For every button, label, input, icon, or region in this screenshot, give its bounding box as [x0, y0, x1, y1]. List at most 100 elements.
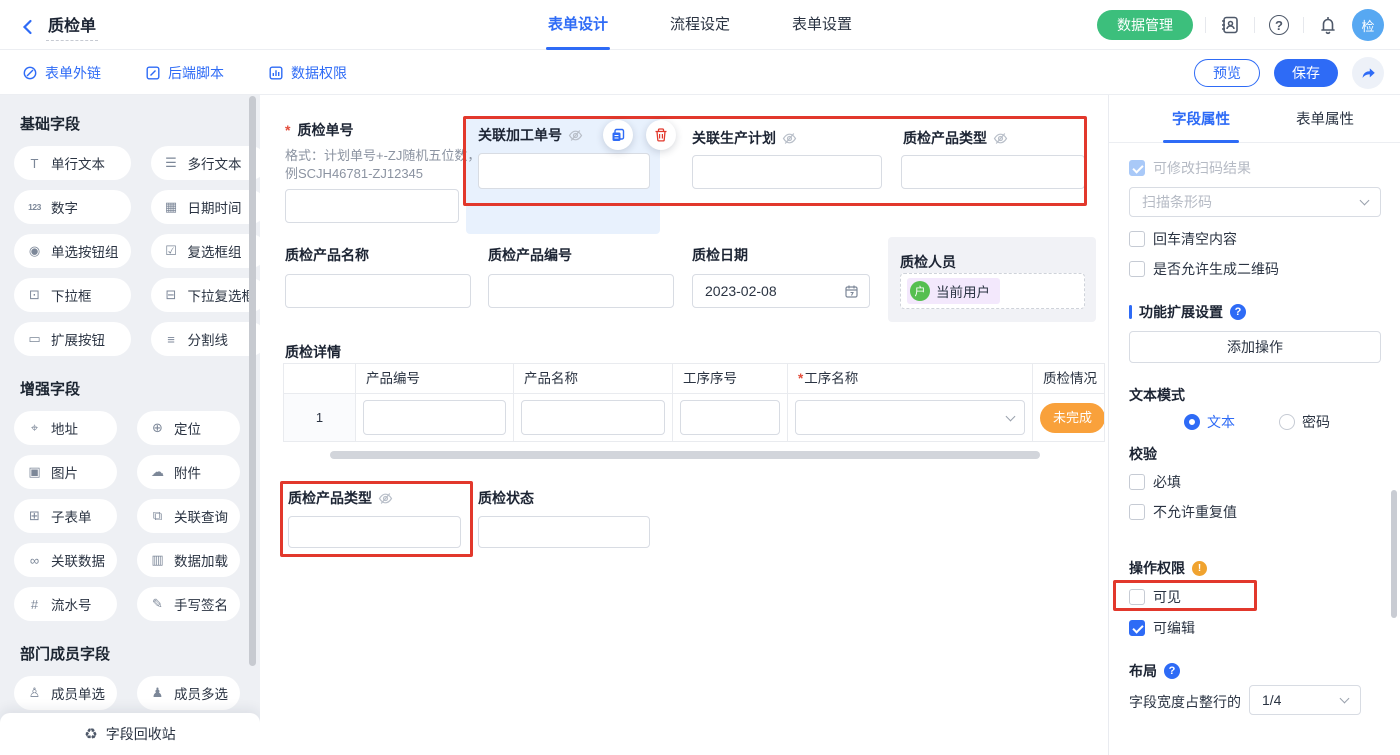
panel-scrollbar[interactable] [1391, 490, 1397, 618]
add-action-button[interactable]: 添加操作 [1129, 331, 1381, 363]
save-button[interactable]: 保存 [1274, 59, 1338, 87]
tab-field-properties[interactable]: 字段属性 [1163, 108, 1239, 129]
people-icon: ♟ [149, 685, 166, 701]
sidebar-item-linked-query[interactable]: ⧉关联查询 [137, 499, 240, 533]
sidebar-item-image[interactable]: ▣图片 [14, 455, 117, 489]
sidebar-item-geolocation[interactable]: ⊕定位 [137, 411, 240, 445]
enter-clear-checkbox[interactable] [1129, 231, 1145, 247]
field-linked-production-plan[interactable]: 关联生产计划 [692, 128, 884, 189]
required-checkbox[interactable] [1129, 474, 1145, 490]
sidebar-item-number[interactable]: 123数字 [14, 190, 131, 224]
notification-bell-icon[interactable] [1316, 13, 1340, 37]
password-mode-radio[interactable] [1279, 414, 1295, 430]
linked-work-order-input[interactable] [478, 153, 650, 189]
step-no-cell-input[interactable] [680, 400, 780, 435]
editable-checkbox[interactable] [1129, 620, 1145, 636]
sidebar-item-single-line-text[interactable]: T单行文本 [14, 146, 131, 180]
field-product-number[interactable]: 质检产品编号 [488, 245, 678, 308]
form-external-link[interactable]: 表单外链 [22, 63, 101, 83]
copy-field-button[interactable] [603, 120, 633, 150]
sidebar-item-member-single[interactable]: ♙成员单选 [14, 676, 117, 710]
help-icon[interactable]: ? [1230, 304, 1246, 320]
field-product-name[interactable]: 质检产品名称 [285, 245, 475, 308]
data-permission-icon [268, 65, 284, 81]
sidebar-item-extend-button[interactable]: ▭扩展按钮 [14, 322, 131, 356]
text-mode-radio[interactable] [1184, 414, 1200, 430]
chevron-left-icon [19, 18, 37, 36]
sidebar-item-multi-line-text[interactable]: ☰多行文本 [151, 146, 261, 180]
subform-horizontal-scrollbar[interactable] [330, 451, 1040, 459]
data-manage-button[interactable]: 数据管理 [1097, 10, 1193, 40]
qc-person-value-box[interactable]: 户 当前用户 [900, 273, 1085, 309]
field-recycle-bin[interactable]: ♻ 字段回收站 [0, 713, 260, 755]
product-number-input[interactable] [488, 274, 674, 308]
tab-flow-setting[interactable]: 流程设定 [670, 0, 730, 50]
contacts-book-icon[interactable] [1218, 13, 1242, 37]
sidebar-item-linked-data[interactable]: ∞关联数据 [14, 543, 117, 577]
step-name-select[interactable] [795, 400, 1025, 435]
field-qc-status[interactable]: 质检状态 [478, 488, 653, 548]
text-icon: T [26, 156, 43, 171]
checkbox-row-enter-clear: 回车清空内容 [1129, 229, 1237, 249]
user-avatar[interactable]: 检 [1352, 9, 1384, 41]
field-product-type-top[interactable]: 质检产品类型 [901, 128, 1087, 189]
sidebar-item-radio-group[interactable]: ◉单选按钮组 [14, 234, 131, 268]
qc-number-input[interactable] [285, 189, 459, 223]
tab-form-properties[interactable]: 表单属性 [1287, 108, 1363, 129]
sidebar-scrollbar[interactable] [249, 96, 256, 666]
product-name-cell-input[interactable] [521, 400, 665, 435]
modify-scan-result-checkbox[interactable] [1129, 160, 1145, 176]
help-icon[interactable]: ? [1164, 663, 1180, 679]
product-no-cell-input[interactable] [363, 400, 506, 435]
serial-icon: # [26, 597, 43, 612]
panel-active-tab-underline [1163, 140, 1239, 143]
field-width-select[interactable]: 1/4 [1249, 685, 1361, 715]
backend-script-link[interactable]: 后端脚本 [145, 63, 224, 83]
sidebar-item-serial-number[interactable]: #流水号 [14, 587, 117, 621]
warning-icon: ! [1192, 561, 1207, 576]
sidebar-item-checkbox-group[interactable]: ☑复选框组 [151, 234, 261, 268]
linked-production-plan-input[interactable] [692, 155, 882, 189]
no-duplicate-checkbox[interactable] [1129, 504, 1145, 520]
visible-checkbox[interactable] [1129, 589, 1145, 605]
sidebar-item-signature[interactable]: ✎手写签名 [137, 587, 240, 621]
help-icon[interactable]: ? [1267, 13, 1291, 37]
allow-qr-checkbox[interactable] [1129, 261, 1145, 277]
share-button[interactable] [1352, 57, 1384, 89]
active-tab-underline [546, 47, 610, 50]
field-qc-date[interactable]: 质检日期 2023-02-08 [692, 245, 872, 308]
sidebar-item-subform[interactable]: ⊞子表单 [14, 499, 117, 533]
sidebar-item-divider-line[interactable]: ≡分割线 [151, 322, 261, 356]
col-header-step-name: *工序名称 [788, 364, 1033, 394]
sidebar-item-dropdown[interactable]: ⊡下拉框 [14, 278, 131, 312]
tab-form-setting[interactable]: 表单设置 [792, 0, 852, 50]
field-qc-person[interactable]: 质检人员 户 当前用户 [888, 237, 1096, 322]
person-icon: ♙ [26, 685, 43, 701]
cell-product-name [514, 394, 673, 441]
page-title[interactable]: 质检单 [46, 12, 98, 41]
delete-field-button[interactable] [646, 120, 676, 150]
sidebar-item-datetime[interactable]: ▦日期时间 [151, 190, 261, 224]
panel-tabs: 字段属性 表单属性 [1109, 95, 1400, 143]
product-type-bottom-input[interactable] [288, 516, 461, 548]
scan-type-select[interactable]: 扫描条形码 [1129, 187, 1381, 217]
tab-form-design[interactable]: 表单设计 [548, 0, 608, 50]
sidebar-item-multi-dropdown[interactable]: ⊟下拉复选框 [151, 278, 261, 312]
sidebar-item-data-load[interactable]: ▥数据加载 [137, 543, 240, 577]
field-qc-number[interactable]: *质检单号 格式：计划单号+-ZJ随机五位数，例SCJH46781-ZJ1234… [285, 120, 481, 223]
data-permission-link[interactable]: 数据权限 [268, 63, 347, 83]
qc-status-input[interactable] [478, 516, 650, 548]
preview-button[interactable]: 预览 [1194, 59, 1260, 87]
sidebar-item-attachment[interactable]: ☁附件 [137, 455, 240, 489]
chevron-down-icon [1360, 196, 1370, 206]
eye-off-icon [782, 131, 797, 146]
qc-date-input[interactable]: 2023-02-08 [692, 274, 870, 308]
field-product-type-bottom[interactable]: 质检产品类型 [288, 488, 468, 548]
sidebar-item-member-multi[interactable]: ♟成员多选 [137, 676, 240, 710]
back-button[interactable] [16, 15, 40, 39]
product-name-input[interactable] [285, 274, 471, 308]
trash-icon [653, 127, 669, 143]
checkbox-row-modify-scan-result: 可修改扫码结果 [1129, 158, 1251, 178]
sidebar-item-address[interactable]: ⌖地址 [14, 411, 117, 445]
product-type-top-input[interactable] [901, 155, 1085, 189]
